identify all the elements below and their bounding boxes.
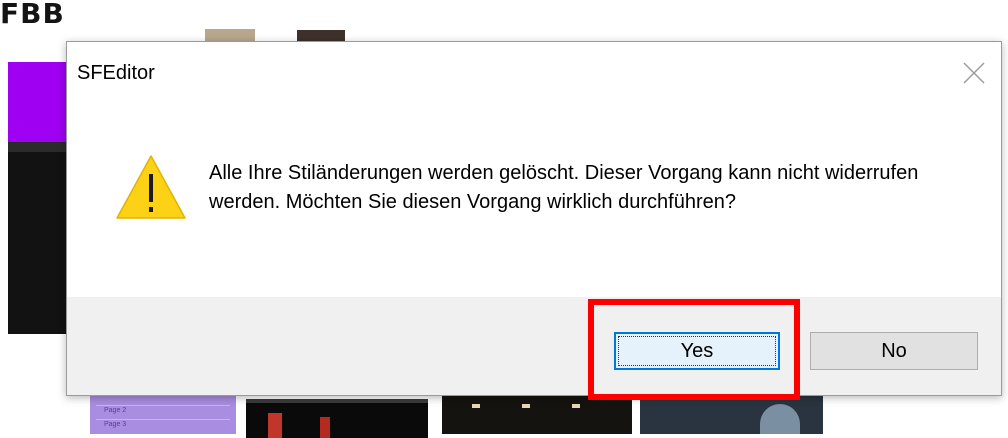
dialog-message-area: Alle Ihre Stiländerungen werden gelöscht… — [67, 102, 1001, 296]
background-page-label: Page 2 — [104, 407, 127, 414]
dialog-message: Alle Ihre Stiländerungen werden gelöscht… — [209, 162, 919, 213]
close-button[interactable] — [951, 54, 997, 94]
confirmation-dialog: SFEditor Alle Ihre Stiländerungen werden… — [66, 41, 1002, 396]
background-app-title: FBB — [0, 0, 65, 24]
warning-triangle-icon — [116, 155, 186, 219]
dialog-title: SFEditor — [77, 62, 155, 84]
background-template-thumbnail: Page 2 Page 3 — [90, 396, 236, 434]
background-divider — [8, 142, 70, 152]
background-purple-header — [8, 62, 70, 142]
background-template-thumbnail — [640, 396, 823, 434]
close-icon — [963, 62, 985, 84]
yes-button[interactable]: Yes — [614, 332, 780, 370]
background-page-label: Page 3 — [104, 421, 127, 428]
dialog-button-bar: Yes No — [67, 297, 1001, 395]
background-template-thumbnail — [442, 396, 632, 434]
background-template-thumbnail — [246, 399, 428, 438]
no-button[interactable]: No — [810, 332, 978, 370]
